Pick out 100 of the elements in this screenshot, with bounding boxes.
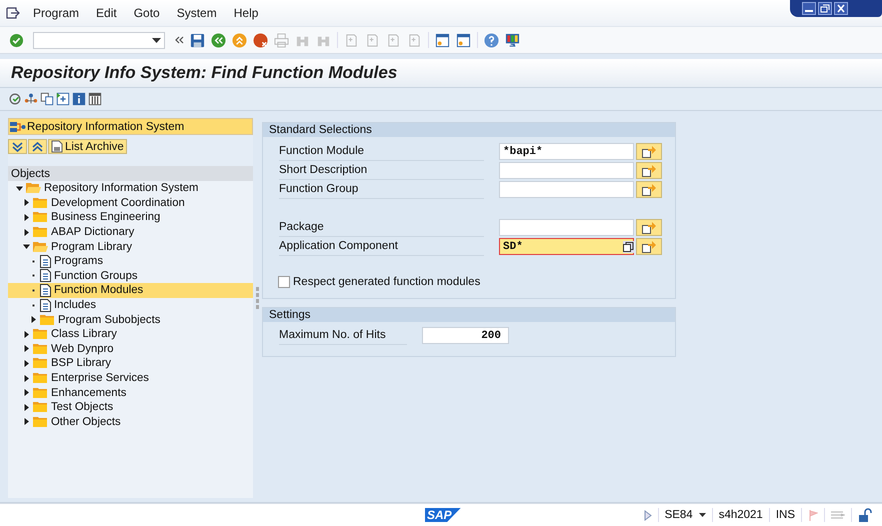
menu-item[interactable]: Goto (134, 6, 160, 20)
tree-item[interactable]: Enhancements (8, 385, 253, 400)
window-icon[interactable] (435, 32, 450, 48)
tree-item[interactable]: Function Groups (8, 268, 253, 284)
tree-label: Enhancements (51, 386, 126, 399)
tree-item[interactable]: Other Objects (8, 414, 253, 430)
collapse-all-button[interactable] (28, 139, 47, 154)
tree-label: Business Engineering (51, 211, 160, 224)
tree-item[interactable]: ABAP Dictionary (8, 224, 253, 240)
tree-item[interactable]: Enterprise Services (8, 370, 253, 386)
dropdown-icon[interactable] (698, 512, 706, 518)
status-flag-icon (808, 509, 818, 521)
menu-item[interactable]: Program (33, 6, 80, 20)
folder-icon (33, 386, 48, 399)
monitor-icon[interactable] (505, 32, 520, 48)
padlock-icon[interactable] (858, 508, 872, 522)
copy-icon[interactable] (40, 92, 54, 106)
tree-label: Enterprise Services (51, 372, 149, 384)
system-name: s4h2021 (718, 509, 763, 521)
open-folder-icon (26, 182, 41, 194)
tree-item[interactable]: Function Modules (8, 283, 253, 298)
input-field[interactable] (499, 181, 634, 198)
splitter-handle[interactable] (256, 287, 259, 309)
document-icon (40, 269, 51, 282)
checkbox-label: Respect generated function modules (293, 276, 480, 288)
input-field[interactable] (499, 162, 634, 179)
group-title: Settings (263, 308, 675, 322)
page-icon (344, 32, 359, 48)
expanded-icon[interactable] (16, 184, 23, 192)
hierarchy-icon (10, 120, 26, 132)
multiple-selection-button[interactable] (636, 143, 662, 160)
help-icon[interactable] (484, 32, 499, 48)
folder-icon (40, 314, 55, 326)
tree-label: Function Modules (54, 284, 144, 296)
multiple-selection-button[interactable] (636, 238, 662, 255)
field-label: Package (279, 218, 484, 236)
command-field[interactable] (33, 32, 165, 48)
tree-item[interactable]: Business Engineering (8, 210, 253, 225)
tree-item[interactable]: Web Dynpro (8, 342, 253, 356)
bullet-icon (30, 258, 37, 265)
input-field[interactable]: SD* (499, 238, 634, 255)
document-icon (51, 140, 63, 153)
tree-label: BSP Library (51, 357, 112, 370)
input-field[interactable]: 200 (422, 327, 509, 344)
tree-item[interactable]: Class Library (8, 326, 253, 342)
logo: SAP (425, 508, 461, 522)
tree-label: Class Library (51, 328, 117, 340)
menu-item[interactable]: System (176, 6, 217, 20)
minimize-icon[interactable] (802, 2, 816, 15)
value-help-icon[interactable] (623, 240, 634, 252)
multiple-selection-button[interactable] (636, 181, 662, 198)
cancel-icon[interactable] (253, 32, 268, 48)
tree-item[interactable]: Programs (8, 254, 253, 269)
hierarchy-icon[interactable] (24, 92, 38, 106)
page-icon (386, 32, 401, 48)
menu-item[interactable]: Edit (96, 6, 117, 20)
folder-icon (33, 328, 48, 340)
window-icon[interactable] (456, 32, 471, 48)
checkbox[interactable] (278, 276, 290, 288)
transfer-icon (831, 510, 845, 520)
input-field[interactable]: *bapi* (499, 143, 634, 160)
expanded-icon[interactable] (23, 243, 30, 250)
check-icon[interactable] (9, 32, 24, 48)
columns-icon[interactable] (88, 92, 102, 106)
list-archive-button[interactable]: List Archive (48, 139, 127, 154)
tree-item[interactable]: BSP Library (8, 356, 253, 371)
folder-icon (33, 357, 48, 370)
restore-icon[interactable] (818, 2, 832, 15)
folder-icon (33, 401, 48, 414)
folder-icon (33, 416, 48, 428)
print-icon (274, 32, 289, 48)
tree-item[interactable]: Includes (8, 298, 253, 312)
transaction-code[interactable]: SE84 (664, 509, 693, 521)
play-icon[interactable] (644, 510, 652, 520)
field-label: Function Group (279, 180, 484, 198)
bullet-icon (30, 286, 37, 294)
expand-all-button[interactable] (8, 139, 27, 154)
tree-item[interactable]: Program Library (8, 239, 253, 254)
input-field[interactable] (499, 219, 634, 236)
multiple-selection-button[interactable] (636, 219, 662, 236)
tree-label: Web Dynpro (51, 342, 114, 355)
menu-item[interactable]: Help (234, 6, 258, 20)
navigator-header[interactable]: Repository Information System (8, 118, 253, 135)
back-icon[interactable] (211, 32, 226, 48)
tree-item[interactable]: Program Subobjects (8, 312, 253, 327)
dropdown-icon[interactable] (152, 38, 161, 42)
multiple-selection-button[interactable] (636, 162, 662, 179)
bullet-icon (30, 272, 37, 280)
folder-icon (33, 372, 48, 384)
tree-item[interactable]: Development Coordination (8, 196, 253, 210)
tree-label: Other Objects (51, 416, 121, 428)
field-label: Application Component (279, 238, 484, 256)
screen-title: Repository Info System: Find Function Modules (11, 63, 398, 83)
close-icon[interactable] (834, 2, 848, 15)
tree-item[interactable]: Test Objects (8, 400, 253, 414)
add-page-icon[interactable] (56, 92, 70, 106)
info-icon[interactable] (72, 92, 86, 106)
tree-item[interactable]: Repository Information System (8, 181, 253, 196)
save-icon[interactable] (190, 32, 205, 48)
collapse-icon[interactable] (174, 35, 184, 45)
